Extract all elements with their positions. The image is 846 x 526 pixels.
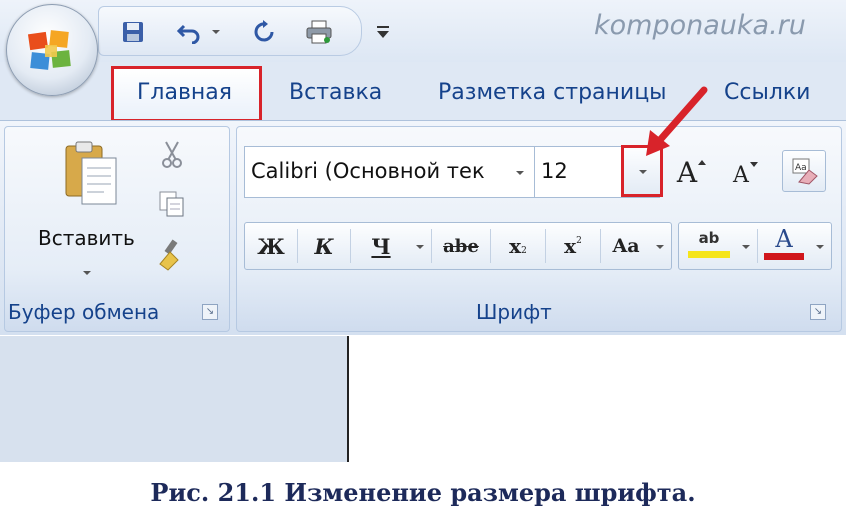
font-name-value: Calibri (Основной тек [251,159,485,183]
clear-formatting-icon: Aa [792,158,818,185]
tab-references[interactable]: Ссылки [724,80,810,105]
highlight-color-swatch [688,250,730,258]
subscript-button[interactable]: x2 [491,223,545,269]
shrink-font-button[interactable]: A [724,150,768,194]
clipboard-group-label: Буфер обмена [8,300,160,324]
shrink-font-icon [749,162,758,167]
bold-button[interactable]: Ж [245,223,297,269]
font-name-combo[interactable]: Calibri (Основной тек [244,146,536,198]
shrink-font-label: A [733,162,749,188]
change-case-button[interactable]: Aa [601,223,651,269]
subscript-label: x [509,234,522,258]
grow-font-icon [698,160,707,165]
document-area[interactable] [349,336,846,462]
cut-icon[interactable] [160,140,184,172]
navigation-pane-area [0,336,349,462]
font-color-label: A [775,224,793,253]
underline-dropdown-icon[interactable] [415,243,425,251]
highlight-button[interactable]: ab [679,223,739,269]
tab-insert[interactable]: Вставка [289,80,382,105]
copy-icon[interactable] [158,190,186,222]
quick-access-toolbar [98,6,362,56]
superscript-button[interactable]: x2 [546,223,600,269]
strikethrough-button[interactable]: abe [432,223,490,269]
italic-button[interactable]: К [298,223,350,269]
format-painter-icon[interactable] [156,238,190,276]
font-color-button[interactable]: A [759,223,809,269]
font-size-value: 12 [541,159,568,183]
figure-caption: Рис. 21.1 Изменение размера шрифта. [150,478,696,507]
print-icon[interactable] [303,17,335,47]
undo-dropdown-icon[interactable] [209,17,223,47]
font-launcher-icon[interactable]: ↘ [810,304,826,320]
undo-icon[interactable] [173,17,205,47]
font-group-label: Шрифт [476,300,552,324]
tab-page-layout[interactable]: Разметка страницы [438,80,667,105]
office-logo-icon [27,30,71,70]
redo-icon[interactable] [249,17,281,47]
paste-dropdown-icon[interactable] [82,262,92,281]
office-button[interactable] [6,4,98,96]
save-icon[interactable] [117,17,149,47]
clipboard-launcher-icon[interactable]: ↘ [202,304,218,320]
underline-button[interactable]: Ч [351,223,411,269]
grow-font-button[interactable]: A [670,150,714,194]
svg-text:Aa: Aa [795,163,807,173]
font-format-toolbar: Ж К Ч abe x2 x2 Aa [244,222,672,270]
color-toolbar: ab A [678,222,832,270]
superscript-label: x [564,234,577,258]
paste-icon[interactable] [64,140,118,206]
annotation-arrow [646,86,708,156]
change-case-dropdown-icon[interactable] [655,243,665,251]
tab-home[interactable]: Главная [137,80,232,105]
paste-button-label[interactable]: Вставить [38,226,135,250]
customize-qat-icon[interactable] [372,20,394,42]
font-color-dropdown-icon[interactable] [815,243,825,251]
watermark: komponauka.ru [594,10,806,41]
grow-font-label: A [676,155,698,189]
font-size-dropdown-icon [639,170,647,174]
font-color-swatch [764,252,804,260]
highlight-dropdown-icon[interactable] [741,243,751,251]
clear-formatting-button[interactable]: Aa [782,150,826,192]
font-name-dropdown-icon[interactable] [515,169,525,177]
highlight-label: ab [698,228,720,247]
